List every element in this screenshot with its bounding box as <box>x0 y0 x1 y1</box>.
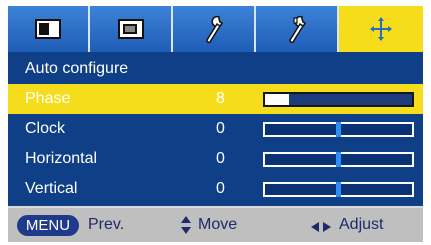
tab-screen[interactable] <box>90 6 173 52</box>
menu-item-auto-configure[interactable]: Auto configure <box>8 54 423 84</box>
position-cross-icon <box>369 16 393 42</box>
menu-item-label: Phase <box>25 90 71 107</box>
menu-item-label: Horizontal <box>25 150 98 167</box>
slider-thumb[interactable] <box>336 152 341 167</box>
tab-settings[interactable] <box>173 6 256 52</box>
horizontal-slider[interactable] <box>263 152 414 167</box>
move-label: Move <box>198 216 238 233</box>
menu-item-horizontal[interactable]: Horizontal 0 <box>8 144 423 174</box>
vertical-slider[interactable] <box>263 182 414 197</box>
menu-item-value: 0 <box>216 150 225 167</box>
menu-item-phase[interactable]: Phase 8 <box>8 84 423 114</box>
tab-options[interactable] <box>256 6 339 52</box>
slider-fill <box>265 94 289 105</box>
clock-slider[interactable] <box>263 122 414 137</box>
monitor-icon <box>35 19 61 39</box>
adjust-label: Adjust <box>339 216 384 233</box>
help-bar: MENU Prev. Move Adjust <box>8 206 423 242</box>
menu-item-label: Vertical <box>25 180 78 197</box>
menu-item-label: Auto configure <box>25 60 129 77</box>
screen-icon <box>117 19 144 39</box>
menu-item-clock[interactable]: Clock 0 <box>8 114 423 144</box>
tab-picture[interactable] <box>8 6 90 52</box>
phase-slider[interactable] <box>263 92 414 107</box>
prev-label: Prev. <box>88 216 125 233</box>
menu-key[interactable]: MENU <box>17 215 79 236</box>
menu-item-vertical[interactable]: Vertical 0 <box>8 174 423 204</box>
menu-item-value: 0 <box>216 120 225 137</box>
menu-item-value: 8 <box>216 90 225 107</box>
up-down-arrows-icon <box>180 215 192 240</box>
menu-item-value: 0 <box>216 180 225 197</box>
tab-bar <box>8 6 423 52</box>
slider-thumb[interactable] <box>336 182 341 197</box>
menu-panel: Auto configure Phase 8 Clock 0 Horizonta… <box>8 52 423 206</box>
left-right-arrows-icon <box>310 220 332 238</box>
wrench-icon <box>203 15 225 43</box>
tools-icon <box>285 15 309 43</box>
osd-menu: Auto configure Phase 8 Clock 0 Horizonta… <box>8 6 423 242</box>
slider-thumb[interactable] <box>336 122 341 137</box>
menu-item-label: Clock <box>25 120 66 137</box>
tab-position[interactable] <box>339 6 423 52</box>
